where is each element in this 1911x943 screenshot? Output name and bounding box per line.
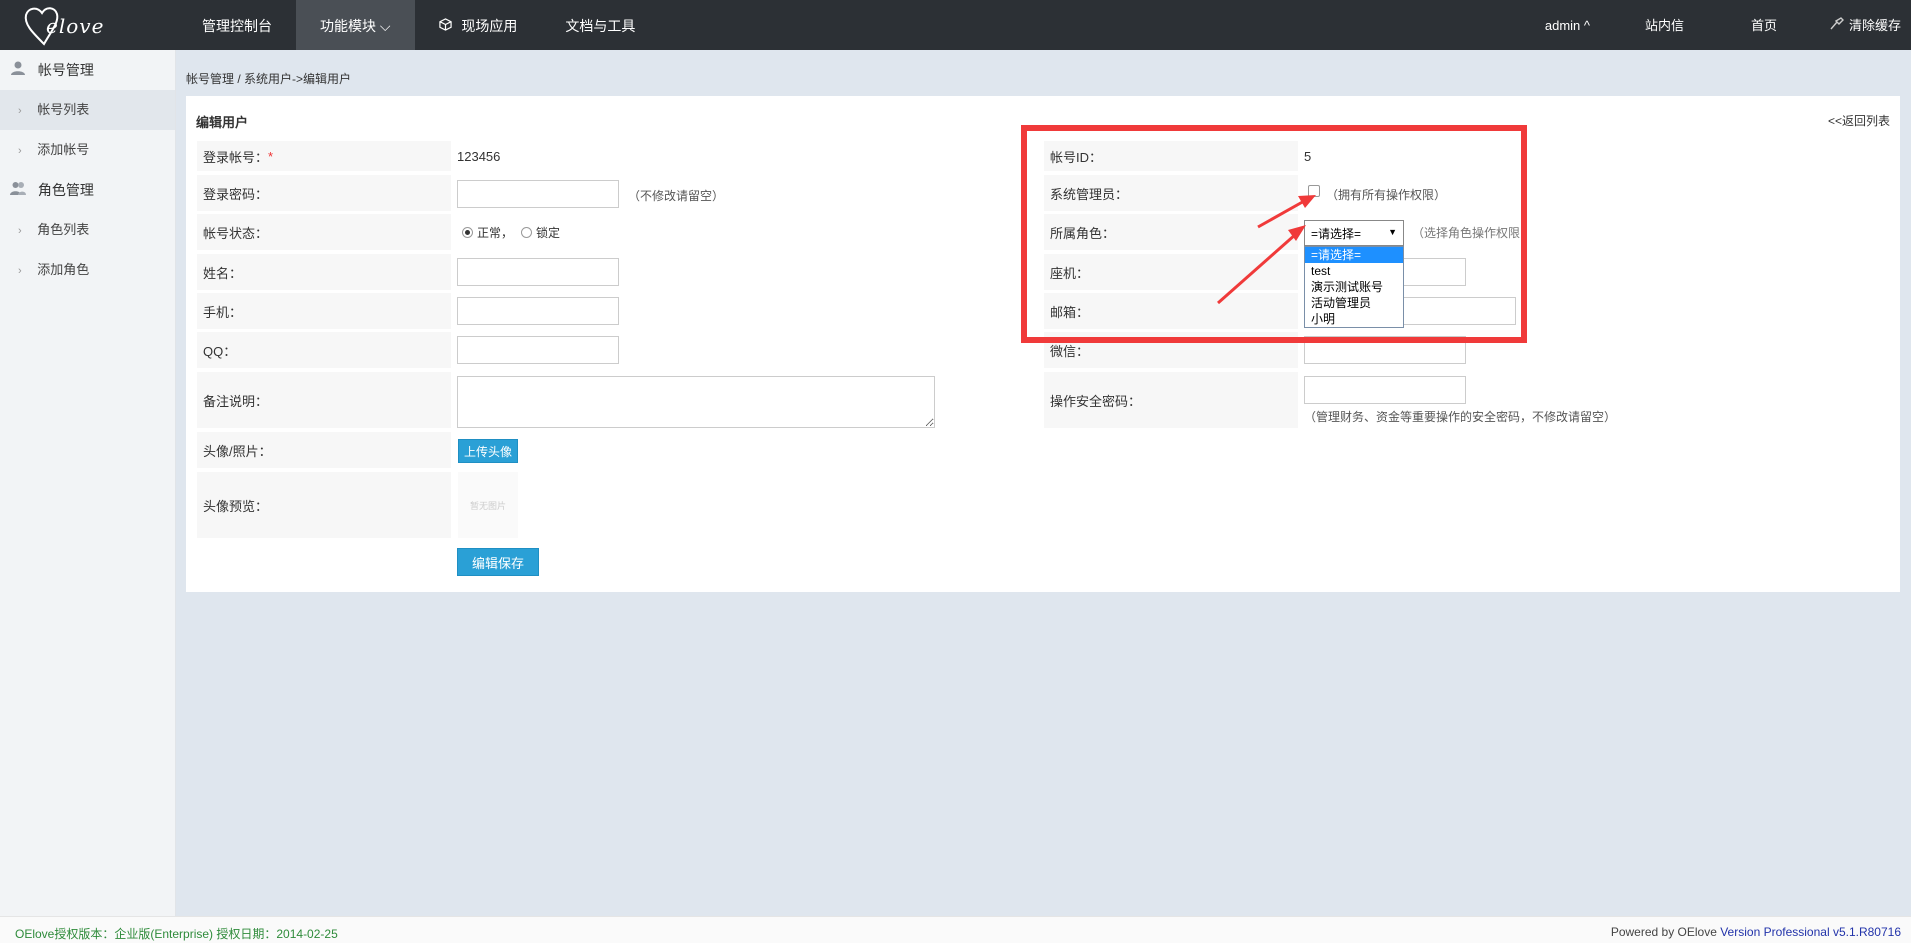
clear-cache-label: 清除缓存 — [1848, 18, 1901, 33]
role-select[interactable]: =请选择= ▼ — [1304, 220, 1404, 246]
name-label: 姓名： — [197, 254, 451, 290]
chevron-right-icon: › — [18, 265, 22, 277]
sysadmin-label: 系统管理员： — [1044, 175, 1298, 211]
footer: OElove授权版本：企业版(Enterprise) 授权日期：2014-02-… — [0, 916, 1911, 943]
sidebar-group-accounts[interactable]: 帐号管理 — [0, 50, 175, 90]
nav-modules[interactable]: 功能模块 ⌵ — [296, 0, 415, 50]
caret-down-icon: ▼ — [1388, 227, 1397, 237]
upload-avatar-button[interactable]: 上传头像 — [458, 439, 518, 463]
nav-docs-tools-label: 文档与工具 — [565, 18, 636, 34]
sidebar-item-role-list[interactable]: › 角色列表 — [0, 210, 175, 250]
powered-by-text: Powered by OElove — [1610, 925, 1721, 939]
account-id-label: 帐号ID： — [1044, 141, 1298, 171]
nav-dashboard[interactable]: 管理控制台 — [178, 0, 296, 50]
status-locked-label: 锁定 — [536, 225, 561, 240]
page-title: 编辑用户 — [196, 115, 249, 130]
qq-label: QQ： — [197, 332, 451, 368]
wechat-input[interactable] — [1304, 336, 1466, 364]
back-to-list-link[interactable]: <<返回列表 — [1828, 112, 1890, 129]
top-bar: elove 管理控制台 功能模块 ⌵ 现场应用 文档与工具 admin ^ 站内… — [0, 0, 1911, 50]
qq-input[interactable] — [457, 336, 619, 364]
edit-user-panel: 编辑用户 <<返回列表 登录帐号： * 123456 登录密码： （不修改请留空… — [186, 96, 1900, 592]
remark-label: 备注说明： — [197, 372, 451, 428]
sidebar-item-label: 帐号列表 — [37, 102, 90, 117]
sidebar-item-label: 添加角色 — [37, 262, 90, 277]
security-password-input[interactable] — [1304, 376, 1466, 404]
cube-icon — [438, 0, 452, 52]
email-label: 邮箱： — [1044, 293, 1298, 329]
clear-cache-link[interactable]: 清除缓存 — [1829, 0, 1901, 50]
role-label: 所属角色： — [1044, 214, 1298, 250]
role-option[interactable]: 活动管理员 — [1305, 295, 1403, 311]
chevron-right-icon: › — [18, 105, 22, 117]
license-info: OElove授权版本：企业版(Enterprise) 授权日期：2014-02-… — [15, 927, 338, 941]
sidebar-group-label: 角色管理 — [37, 182, 94, 198]
chevron-right-icon: › — [18, 225, 22, 237]
sidebar: 帐号管理 › 帐号列表 › 添加帐号 角色管理 › 角色列表 › 添加角色 — [0, 50, 176, 916]
status-radio-group: 正常， 锁定 — [462, 214, 560, 250]
sidebar-item-add-role[interactable]: › 添加角色 — [0, 250, 175, 290]
status-label: 帐号状态： — [197, 214, 451, 250]
main-nav: 管理控制台 功能模块 ⌵ 现场应用 文档与工具 — [178, 0, 659, 50]
remark-textarea[interactable] — [457, 376, 935, 428]
name-input[interactable] — [457, 258, 619, 286]
broom-icon — [1829, 17, 1849, 33]
role-select-value: =请选择= — [1311, 226, 1362, 241]
avatar-preview: 暂无图片 — [458, 472, 518, 538]
sidebar-item-label: 角色列表 — [37, 222, 90, 237]
sidebar-item-add-account[interactable]: › 添加帐号 — [0, 130, 175, 170]
sysadmin-checkbox[interactable] — [1308, 185, 1320, 197]
account-id-value: 5 — [1304, 148, 1312, 164]
nav-modules-label: 功能模块 — [320, 18, 380, 34]
wechat-label: 微信： — [1044, 332, 1298, 368]
home-link[interactable]: 首页 — [1751, 0, 1777, 50]
powered-by: Powered by OElove Version Professional v… — [1611, 925, 1901, 939]
nav-live-apps[interactable]: 现场应用 — [415, 0, 542, 50]
role-option[interactable]: =请选择= — [1305, 247, 1403, 263]
chevron-right-icon: › — [18, 145, 22, 157]
role-dropdown-list: =请选择= test 演示测试账号 活动管理员 小明 — [1304, 246, 1404, 328]
required-marker: * — [268, 148, 274, 164]
nav-dashboard-label: 管理控制台 — [202, 18, 272, 34]
save-button[interactable]: 编辑保存 — [457, 548, 539, 576]
role-hint: （选择角色操作权限 — [1412, 226, 1521, 240]
photo-label: 头像/照片： — [197, 432, 451, 468]
login-account-label-text: 登录帐号： — [203, 149, 269, 165]
login-account-value: 123456 — [457, 148, 501, 164]
user-icon — [10, 51, 26, 91]
chevron-down-icon: ⌵ — [379, 18, 391, 34]
sidebar-group-roles[interactable]: 角色管理 — [0, 170, 175, 210]
nav-live-apps-label: 现场应用 — [461, 18, 518, 34]
breadcrumb: 帐号管理 / 系统用户->编辑用户 — [186, 72, 352, 86]
logo-text: elove — [46, 14, 105, 38]
status-normal-label: 正常， — [477, 225, 514, 240]
version-link[interactable]: Version Professional v5.1.R80716 — [1720, 925, 1901, 939]
login-account-label: 登录帐号： * — [197, 141, 451, 171]
user-menu[interactable]: admin ^ — [1545, 0, 1590, 50]
security-password-hint: （管理财务、资金等重要操作的安全密码，不修改请留空） — [1304, 410, 1617, 424]
password-hint: （不修改请留空） — [628, 189, 725, 203]
preview-label: 头像预览： — [197, 472, 451, 538]
mobile-label: 手机： — [197, 293, 451, 329]
role-option[interactable]: 小明 — [1305, 311, 1403, 327]
phone-label: 座机： — [1044, 254, 1298, 290]
role-option[interactable]: 演示测试账号 — [1305, 279, 1403, 295]
password-label: 登录密码： — [197, 175, 451, 211]
security-password-label: 操作安全密码： — [1044, 372, 1298, 428]
sidebar-item-label: 添加帐号 — [37, 142, 90, 157]
sidebar-item-account-list[interactable]: › 帐号列表 — [0, 90, 175, 130]
role-option[interactable]: test — [1305, 263, 1403, 279]
users-icon — [10, 171, 26, 211]
sysadmin-hint: （拥有所有操作权限） — [1326, 188, 1447, 202]
password-input[interactable] — [457, 180, 619, 208]
messages-link[interactable]: 站内信 — [1645, 0, 1684, 50]
sidebar-group-label: 帐号管理 — [37, 62, 94, 78]
status-locked-radio[interactable] — [521, 226, 533, 238]
status-normal-radio[interactable] — [462, 226, 473, 238]
mobile-input[interactable] — [457, 297, 619, 325]
nav-docs-tools[interactable]: 文档与工具 — [541, 0, 659, 50]
